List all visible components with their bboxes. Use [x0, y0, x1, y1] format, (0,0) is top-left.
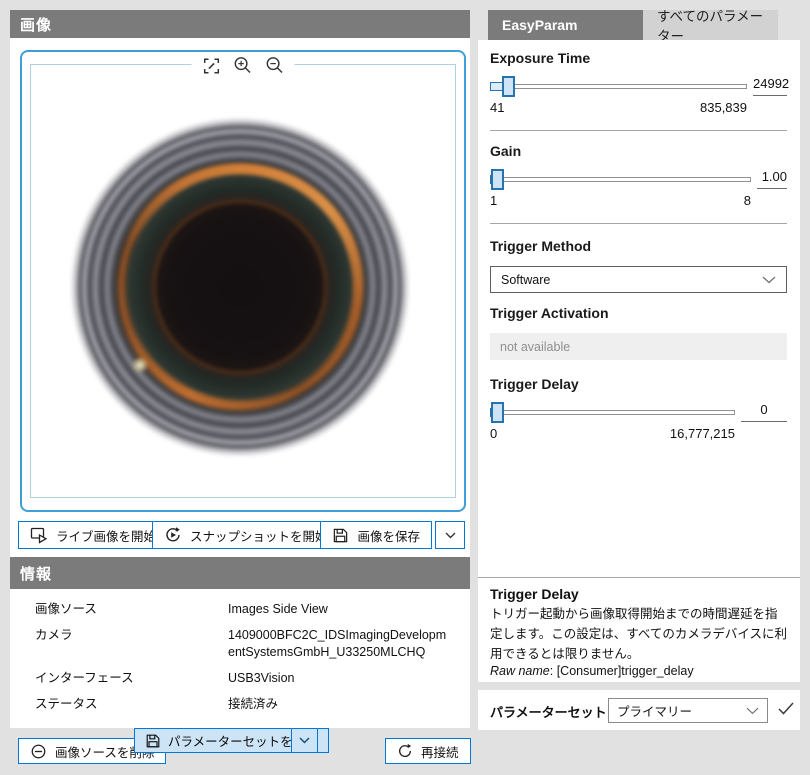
- info-value: 1409000BFC2C_IDSImagingDevelopmentSystem…: [228, 627, 470, 661]
- image-panel-body: ライブ画像を開始 スナップショットを開始: [10, 38, 470, 557]
- status-value: 接続済み: [228, 696, 470, 713]
- chevron-down-icon: [762, 276, 776, 284]
- start-live-image-label: ライブ画像を開始: [56, 526, 156, 545]
- image-panel: 画像: [10, 10, 470, 718]
- start-snapshot-button[interactable]: スナップショットを開始: [152, 521, 340, 549]
- trigger-method-selected: Software: [501, 273, 550, 287]
- trigger-delay-label: Trigger Delay: [490, 376, 787, 392]
- chevron-down-icon: [746, 707, 759, 715]
- trigger-activation-field: not available: [490, 333, 787, 360]
- slider-thumb[interactable]: [491, 169, 504, 190]
- info-value: USB3Vision: [228, 670, 470, 687]
- gain-slider-row: 1 8 1.00: [490, 169, 787, 208]
- info-row-camera: カメラ 1409000BFC2C_IDSImagingDevelopmentSy…: [10, 627, 470, 661]
- info-panel-header: 情報: [10, 557, 470, 589]
- save-parameter-set-dropdown-button[interactable]: [291, 728, 318, 753]
- trigger-activation-label: Trigger Activation: [490, 305, 787, 321]
- chevron-down-icon: [445, 532, 456, 539]
- save-icon: [145, 733, 161, 749]
- description-text: トリガー起動から画像取得開始までの時間遅延を指定します。この設定は、すべてのカメ…: [490, 605, 788, 664]
- slider-track[interactable]: [490, 410, 735, 415]
- info-row-status: ステータス 接続済み: [10, 696, 470, 713]
- range-max: 8: [744, 193, 751, 208]
- reconnect-button[interactable]: 再接続: [385, 738, 471, 764]
- range-max: 835,839: [700, 100, 747, 115]
- parameter-set-dropdown[interactable]: プライマリー: [608, 698, 768, 723]
- exposure-time-label: Exposure Time: [490, 50, 787, 66]
- gain-range: 1 8: [490, 193, 751, 208]
- exposure-time-slider-row: 41 835,839 24992: [490, 76, 787, 115]
- start-live-image-button[interactable]: ライブ画像を開始: [18, 521, 168, 549]
- start-snapshot-label: スナップショットを開始: [190, 526, 328, 545]
- live-image-icon: [30, 526, 48, 544]
- description-title: Trigger Delay: [490, 586, 788, 602]
- info-panel-title: 情報: [20, 563, 52, 584]
- info-row-image-source: 画像ソース Images Side View: [10, 601, 470, 618]
- parameter-description: Trigger Delay トリガー起動から画像取得開始までの時間遅延を指定しま…: [478, 577, 800, 682]
- slider-track[interactable]: [490, 177, 751, 182]
- range-min: 41: [490, 100, 504, 115]
- trigger-delay-value-field[interactable]: 0: [741, 402, 787, 422]
- reconnect-label: 再接続: [421, 742, 459, 761]
- info-value: Images Side View: [228, 601, 470, 618]
- gain-value-field[interactable]: 1.00: [757, 169, 787, 189]
- raw-name-value: : [Consumer]trigger_delay: [550, 664, 694, 678]
- exposure-time-range: 41 835,839: [490, 100, 747, 115]
- viewer-toolbar: [192, 56, 295, 75]
- apply-check-icon[interactable]: [778, 702, 794, 715]
- info-label: ステータス: [10, 696, 228, 713]
- save-image-button[interactable]: 画像を保存: [320, 521, 432, 549]
- image-viewer: [20, 50, 466, 512]
- slider-thumb[interactable]: [502, 76, 515, 97]
- range-max: 16,777,215: [670, 426, 735, 441]
- gain-slider[interactable]: [490, 169, 751, 190]
- description-raw-name: Raw name: [Consumer]trigger_delay: [490, 664, 788, 678]
- tab-all-parameters[interactable]: すべてのパラメーター: [643, 10, 778, 40]
- gain-label: Gain: [490, 143, 787, 159]
- tab-easyparam[interactable]: EasyParam: [488, 10, 643, 40]
- tab-all-parameters-label: すべてのパラメーター: [657, 5, 764, 45]
- trigger-method-label: Trigger Method: [490, 238, 787, 254]
- save-image-dropdown-button[interactable]: [435, 521, 465, 549]
- slider-thumb[interactable]: [491, 402, 504, 423]
- zoom-out-icon[interactable]: [266, 56, 285, 75]
- image-panel-header: 画像: [10, 10, 470, 38]
- range-min: 0: [490, 426, 497, 441]
- app-window: 画像: [0, 0, 810, 775]
- info-row-interface: インターフェース USB3Vision: [10, 670, 470, 687]
- info-label: インターフェース: [10, 670, 228, 687]
- range-min: 1: [490, 193, 497, 208]
- zoom-in-icon[interactable]: [234, 56, 253, 75]
- raw-name-label: Raw name: [490, 664, 550, 678]
- info-label: カメラ: [10, 627, 228, 661]
- trigger-method-dropdown[interactable]: Software: [490, 266, 787, 293]
- snapshot-icon: [164, 526, 182, 544]
- save-image-label: 画像を保存: [357, 526, 420, 545]
- camera-image-bottle-top-view: [70, 117, 410, 457]
- exposure-time-slider[interactable]: [490, 76, 747, 97]
- slider-track[interactable]: [490, 84, 747, 89]
- trigger-delay-slider[interactable]: [490, 402, 735, 423]
- chevron-down-icon: [299, 737, 310, 744]
- parameters-panel: EasyParam すべてのパラメーター Exposure Time 41: [478, 10, 800, 775]
- parameter-set-row: パラメーターセット プライマリー: [478, 690, 800, 730]
- refresh-icon: [397, 743, 413, 759]
- section-divider: [490, 223, 787, 224]
- save-icon: [332, 527, 349, 544]
- section-divider: [490, 130, 787, 131]
- exposure-time-value-field[interactable]: 24992: [753, 76, 787, 96]
- info-panel-body: 画像ソース Images Side View カメラ 1409000BFC2C_…: [10, 589, 470, 728]
- trigger-delay-slider-row: 0 16,777,215 0: [490, 402, 787, 441]
- trigger-delay-range: 0 16,777,215: [490, 426, 735, 441]
- easyparam-body: Exposure Time 41 835,839 24992 G: [478, 40, 800, 682]
- parameter-set-label: パラメーターセット: [490, 702, 607, 721]
- fit-to-view-icon[interactable]: [202, 56, 221, 75]
- image-panel-title: 画像: [20, 14, 52, 35]
- remove-circle-icon: [30, 743, 47, 760]
- parameter-set-selected: プライマリー: [617, 701, 692, 720]
- tab-easyparam-label: EasyParam: [502, 17, 578, 33]
- parameter-tabs: EasyParam すべてのパラメーター: [478, 10, 800, 40]
- info-label: 画像ソース: [10, 601, 228, 618]
